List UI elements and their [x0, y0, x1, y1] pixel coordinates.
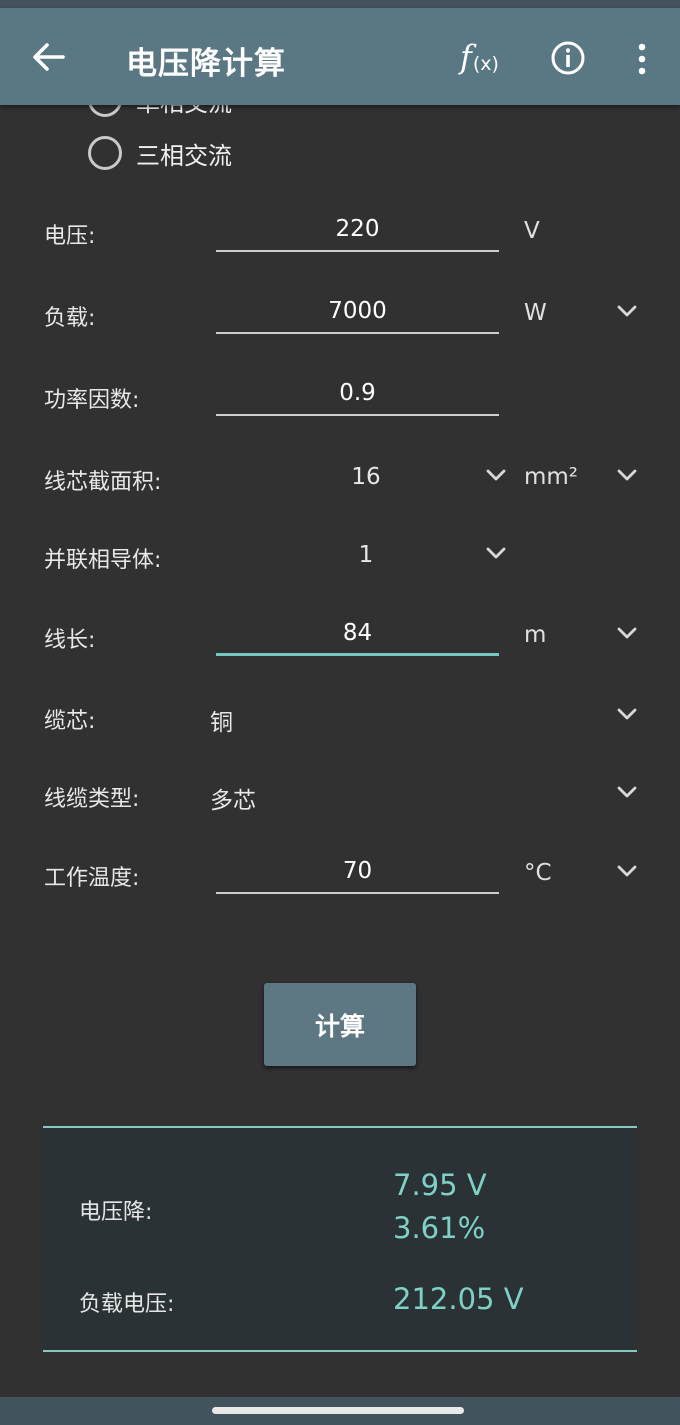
voltage-input[interactable]: 220 [216, 208, 499, 252]
calculate-button[interactable]: 计算 [264, 983, 416, 1066]
cross-section-select[interactable]: 16 [216, 464, 516, 490]
voltage-drop-label: 电压降: [79, 1200, 153, 1225]
load-value: 7000 [328, 298, 387, 324]
cable-type-select[interactable]: 多芯 [210, 781, 256, 815]
chevron-down-icon[interactable] [485, 546, 507, 560]
radio-three-phase[interactable]: 三相交流 [88, 133, 232, 173]
load-label: 负载: [44, 306, 96, 331]
length-input[interactable]: 84 [216, 612, 499, 656]
voltage-label: 电压: [44, 224, 96, 249]
parallel-conductors-label: 并联相导体: [44, 548, 162, 573]
voltage-unit: V [524, 218, 540, 244]
power-factor-value: 0.9 [339, 380, 376, 406]
navigation-bar [0, 1397, 680, 1425]
core-material-select[interactable]: 铜 [210, 703, 233, 737]
voltage-drop-percent: 3.61% [393, 1211, 486, 1245]
cross-section-unit[interactable]: mm² [524, 464, 578, 490]
chevron-down-icon[interactable] [616, 626, 638, 640]
function-icon[interactable]: f(x) [460, 38, 499, 76]
core-material-row[interactable]: 缆芯: 铜 [0, 685, 680, 749]
length-label: 线长: [44, 628, 96, 653]
length-row: 线长: 84 m [0, 604, 680, 668]
temperature-value: 70 [342, 858, 373, 884]
power-factor-row: 功率因数: 0.9 [0, 364, 680, 428]
function-icon-x: (x) [472, 53, 499, 75]
function-icon-f: f [460, 38, 472, 76]
radio-circle [88, 136, 122, 170]
power-factor-input[interactable]: 0.9 [216, 372, 499, 416]
page-title: 电压降计算 [126, 46, 286, 82]
radio-label: 三相交流 [136, 141, 232, 170]
parallel-conductors-select[interactable]: 1 [216, 542, 516, 568]
info-icon[interactable] [550, 40, 586, 76]
home-gesture-handle[interactable] [212, 1407, 464, 1414]
chevron-down-icon[interactable] [616, 707, 638, 721]
load-voltage-label: 负载电压: [79, 1292, 175, 1317]
length-value: 84 [342, 620, 373, 646]
chevron-down-icon[interactable] [616, 864, 638, 878]
voltage-value: 220 [335, 216, 380, 242]
more-vertical-icon[interactable] [632, 42, 652, 76]
load-row: 负载: 7000 W [0, 282, 680, 346]
voltage-drop-volts: 7.95 V [393, 1168, 487, 1202]
chevron-down-icon[interactable] [616, 468, 638, 482]
result-panel: 电压降: 7.95 V 3.61% 负载电压: 212.05 V [43, 1126, 637, 1352]
load-unit[interactable]: W [524, 300, 547, 326]
cross-section-row: 线芯截面积: 16 mm² [0, 446, 680, 510]
voltage-row: 电压: 220 V [0, 200, 680, 264]
chevron-down-icon[interactable] [616, 304, 638, 318]
temperature-row: 工作温度: 70 °C [0, 842, 680, 906]
chevron-down-icon[interactable] [616, 785, 638, 799]
power-factor-label: 功率因数: [44, 388, 140, 413]
load-input[interactable]: 7000 [216, 290, 499, 334]
temperature-input[interactable]: 70 [216, 850, 499, 894]
cross-section-label: 线芯截面积: [44, 470, 162, 495]
status-bar [0, 0, 680, 8]
temperature-label: 工作温度: [44, 866, 140, 891]
core-material-label: 缆芯: [44, 709, 96, 734]
app-bar: 电压降计算 f(x) [0, 8, 680, 105]
load-voltage-value: 212.05 V [393, 1282, 524, 1316]
cable-type-row[interactable]: 线缆类型: 多芯 [0, 763, 680, 827]
chevron-down-icon[interactable] [485, 468, 507, 482]
length-unit[interactable]: m [524, 622, 546, 648]
back-arrow-icon[interactable] [30, 40, 66, 74]
parallel-conductors-row: 并联相导体: 1 [0, 524, 680, 588]
temperature-unit[interactable]: °C [524, 860, 552, 886]
cable-type-label: 线缆类型: [44, 787, 140, 812]
